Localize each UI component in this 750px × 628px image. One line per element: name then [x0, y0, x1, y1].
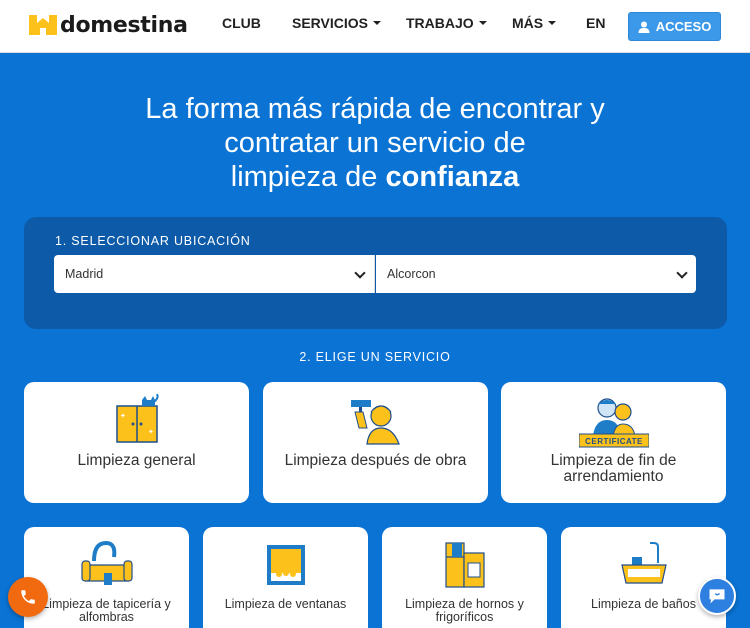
location-panel: 1. SELECCIONAR UBICACIÓN Madrid Alcorcon [24, 217, 727, 329]
svg-text:CERTIFICATE: CERTIFICATE [585, 437, 643, 446]
caret-down-icon [548, 21, 557, 26]
hero-line-2: contratar un servicio de [224, 127, 526, 159]
service-label: Limpieza de ventanas [224, 597, 347, 611]
user-icon [638, 21, 650, 33]
nav-trabajo-dropdown[interactable]: TRABAJO [406, 15, 487, 31]
svg-text:✦: ✦ [148, 428, 154, 436]
bathtub-icon [620, 542, 667, 584]
service-label: Limpieza de hornos y frigoríficos [405, 597, 524, 624]
caret-down-icon [373, 21, 381, 26]
service-card-ovens[interactable]: Limpieza de hornos y frigoríficos [382, 527, 547, 628]
city-select[interactable]: Alcorcon [376, 255, 696, 293]
acceso-button[interactable]: ACCESO [628, 12, 721, 41]
language-switch[interactable]: EN [586, 15, 605, 31]
service-card-general[interactable]: ✦ ✦ Limpieza general [24, 382, 249, 503]
brand-wordmark: domestina [60, 12, 188, 38]
nav-servicios-dropdown[interactable]: SERVICIOS [292, 15, 381, 31]
chat-button[interactable] [698, 577, 736, 615]
phone-call-button[interactable] [8, 577, 48, 617]
service-label: Limpieza de tapicería y alfombras [42, 597, 171, 624]
service-step-label: 2. ELIGE UN SERVICIO [299, 350, 451, 364]
cleaners-certificate-icon: CERTIFICATE [578, 398, 649, 448]
window-icon [266, 545, 305, 585]
cabinet-cat-icon: ✦ ✦ [115, 394, 159, 443]
sofa-vacuum-icon [80, 540, 133, 585]
hero-line-3: limpieza de confianza [230, 161, 520, 193]
service-label: Limpieza después de obra [284, 452, 467, 469]
hero-heading: La forma más rápida de encontrar y contr… [0, 92, 750, 194]
svg-text:✦: ✦ [120, 412, 126, 420]
fridge-oven-icon [444, 542, 485, 588]
domestina-logo[interactable]: domestina [28, 10, 188, 40]
chevron-down-icon [676, 267, 688, 279]
worker-paint-roller-icon [350, 400, 400, 445]
caret-down-icon [478, 21, 487, 26]
province-select[interactable]: Madrid [54, 255, 375, 293]
chevron-down-icon [354, 267, 366, 279]
hero-line-1: La forma más rápida de encontrar y [145, 93, 605, 125]
service-card-windows[interactable]: Limpieza de ventanas [203, 527, 368, 628]
top-navbar: domestina CLUB SERVICIOS TRABAJO MÁS EN … [0, 0, 750, 53]
service-card-post-construction[interactable]: Limpieza después de obra [263, 382, 488, 503]
nav-mas-dropdown[interactable]: MÁS [512, 15, 557, 31]
house-logo-icon [29, 15, 57, 35]
phone-icon [21, 590, 35, 604]
service-card-bathrooms[interactable]: Limpieza de baños [561, 527, 726, 628]
service-label: Limpieza general [77, 452, 196, 469]
chat-icon [709, 589, 725, 604]
nav-club[interactable]: CLUB [222, 15, 261, 31]
location-step-label: 1. SELECCIONAR UBICACIÓN [55, 234, 251, 248]
service-label: Limpieza de fin de arrendamiento [550, 452, 677, 485]
service-card-upholstery[interactable]: Limpieza de tapicería y alfombras [24, 527, 189, 628]
service-card-end-of-tenancy[interactable]: CERTIFICATE Limpieza de fin de arrendami… [501, 382, 726, 503]
